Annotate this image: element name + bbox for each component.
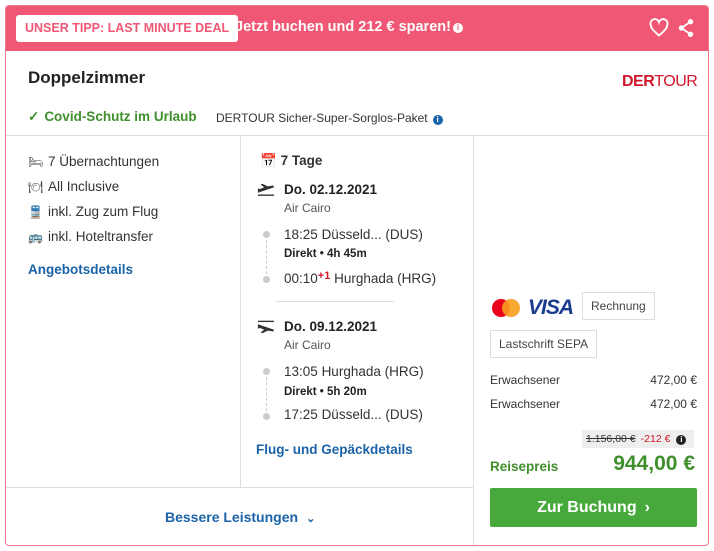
return-direct: Direkt • 5h 20m (284, 386, 367, 398)
info-icon[interactable]: i (452, 23, 463, 33)
offer-card: UNSER TIPP: LAST MINUTE DEAL Jetzt buche… (5, 5, 709, 546)
footer-divider (6, 487, 474, 488)
savings-message: Jetzt buchen und 212 € sparen! i (235, 19, 463, 35)
share-icon[interactable] (677, 18, 695, 38)
discount-badge: 1.156,00 € -212 € i (582, 430, 694, 448)
timeline-dot (263, 368, 270, 375)
total-label: Reisepreis (490, 459, 559, 474)
column-divider (473, 136, 474, 545)
return-date: Do. 09.12.2021 (284, 319, 378, 334)
bus-icon: 🚌 (28, 230, 43, 244)
visa-logo: VISA (528, 296, 574, 319)
timeline-dot (263, 413, 270, 420)
heart-icon[interactable] (649, 18, 669, 38)
departure-plane-icon (257, 183, 275, 196)
outbound-date: Do. 02.12.2021 (284, 182, 378, 197)
package-info: DERTOUR Sicher-Super-Sorglos-Paket i (216, 111, 443, 125)
room-type: Doppelzimmer (28, 68, 146, 87)
trip-duration: 📅 7 Tage (260, 153, 323, 168)
amenity-nights: 🛏 7 Übernachtungen (28, 154, 160, 169)
day-offset: +1 (317, 270, 331, 282)
return-departure: 13:05 Hurghada (HRG) (284, 364, 424, 379)
deal-banner: UNSER TIPP: LAST MINUTE DEAL Jetzt buche… (6, 6, 708, 51)
offer-details-link[interactable]: Angebotsdetails (28, 262, 133, 277)
info-icon[interactable]: i (432, 115, 443, 125)
calendar-icon: 📅 (260, 153, 281, 168)
amenity-transfer: 🚌 inkl. Hoteltransfer (28, 229, 154, 244)
book-button[interactable]: Zur Buchung › (490, 488, 697, 527)
outbound-arrival: 00:10+1 Hurghada (HRG) (284, 270, 437, 286)
payment-sepa: Lastschrift SEPA (490, 330, 598, 358)
mastercard-icon (492, 299, 520, 317)
covid-label: Covid-Schutz im Urlaub (44, 109, 197, 124)
timeline-dot (263, 276, 270, 283)
return-airline: Air Cairo (284, 338, 331, 352)
flight-separator (276, 301, 394, 302)
outbound-departure: 18:25 Düsseld... (DUS) (284, 227, 423, 242)
cutlery-icon: 🍽 (28, 180, 44, 194)
timeline-line (266, 240, 267, 274)
deal-tip-badge: UNSER TIPP: LAST MINUTE DEAL (16, 15, 239, 42)
outbound-direct: Direkt • 4h 45m (284, 248, 367, 260)
amenity-board: 🍽 All Inclusive (28, 179, 120, 194)
total-price: 944,00 € (613, 452, 695, 475)
price-row-adult: Erwachsener 472,00 € (490, 373, 697, 387)
package-label: DERTOUR Sicher-Super-Sorglos-Paket (216, 111, 428, 125)
arrival-plane-icon (257, 320, 275, 334)
chevron-down-icon: ⌄ (306, 513, 316, 525)
offer-header: Doppelzimmer DERTOUR ✓ Covid-Schutz im Ur… (6, 51, 708, 136)
amenity-train: 🚆 inkl. Zug zum Flug (28, 204, 159, 219)
chevron-right-icon: › (644, 499, 650, 516)
payment-invoice: Rechnung (582, 292, 655, 320)
flight-baggage-details-link[interactable]: Flug- und Gepäckdetails (256, 442, 413, 457)
covid-protection: ✓ Covid-Schutz im Urlaub (28, 109, 197, 125)
train-icon: 🚆 (28, 205, 43, 219)
price-row-adult: Erwachsener 472,00 € (490, 397, 697, 411)
timeline-line (266, 377, 267, 411)
savings-text: Jetzt buchen und 212 € sparen! (235, 19, 451, 35)
bed-icon: 🛏 (28, 155, 44, 169)
brand-logo: DERTOUR (622, 73, 698, 90)
outbound-airline: Air Cairo (284, 201, 331, 215)
info-icon[interactable]: i (676, 435, 687, 445)
return-arrival: 17:25 Düsseld... (DUS) (284, 407, 423, 422)
timeline-dot (263, 231, 270, 238)
check-icon: ✓ (28, 109, 40, 124)
column-divider (240, 136, 241, 487)
better-services-toggle[interactable]: Bessere Leistungen ⌄ (165, 509, 315, 525)
